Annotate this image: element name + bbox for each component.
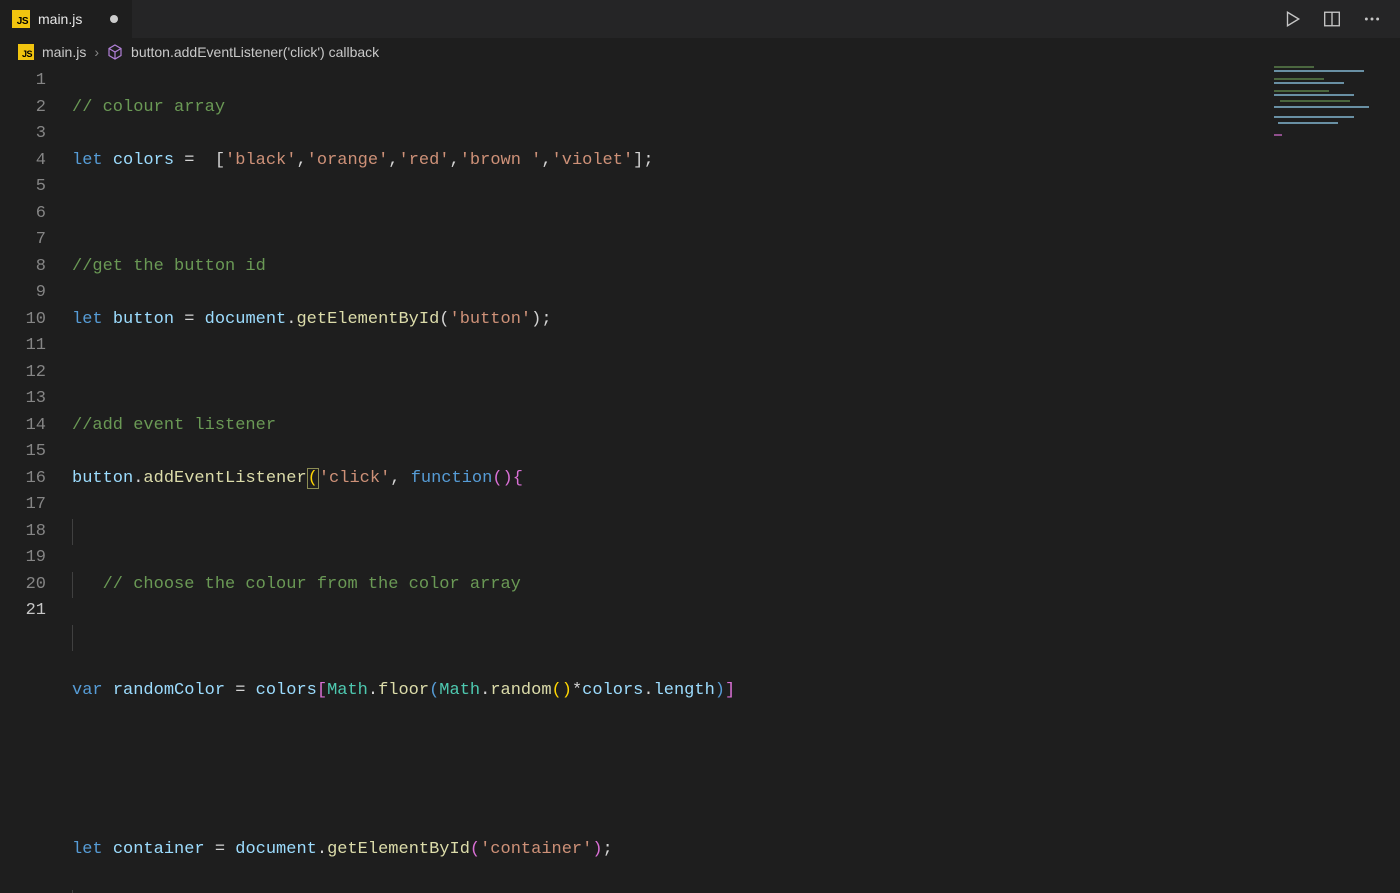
tab-main-js[interactable]: JS main.js	[0, 0, 132, 38]
editor[interactable]: 123456789101112131415161718192021 // col…	[0, 66, 1400, 893]
chevron-right-icon: ›	[94, 44, 99, 60]
code-token: //get the button id	[72, 257, 266, 276]
code-token: 'container'	[480, 840, 592, 859]
code-token: // choose the colour from the color arra…	[103, 575, 521, 594]
run-icon[interactable]	[1282, 9, 1302, 29]
code-token: 'brown '	[460, 151, 542, 170]
code-token: Math	[439, 681, 480, 700]
code-token: floor	[378, 681, 429, 700]
code-token: =	[174, 310, 205, 329]
code-token: button	[113, 310, 174, 329]
code-token: =	[225, 681, 256, 700]
code-token: (	[429, 681, 439, 700]
code-token: Math	[327, 681, 368, 700]
code-token: var	[72, 681, 103, 700]
code-token: getElementById	[296, 310, 439, 329]
code-token: function	[411, 469, 493, 488]
code-token: colors	[582, 681, 643, 700]
code-token: container	[113, 840, 205, 859]
code-token: //add event listener	[72, 416, 276, 435]
code-token: randomColor	[113, 681, 225, 700]
breadcrumb-file[interactable]: main.js	[42, 44, 86, 60]
code-token: // colour array	[72, 98, 225, 117]
code-token: 'violet'	[552, 151, 634, 170]
code-token: random	[490, 681, 551, 700]
code-token: document	[205, 310, 287, 329]
code-token: .	[317, 840, 327, 859]
method-icon	[107, 44, 123, 60]
code-token: ]	[725, 681, 735, 700]
tab-filename: main.js	[38, 11, 82, 27]
code-token: colors	[256, 681, 317, 700]
code-token: .	[286, 310, 296, 329]
code-token: 'orange'	[307, 151, 389, 170]
breadcrumb-symbol[interactable]: button.addEventListener('click') callbac…	[131, 44, 379, 60]
code-token: .	[643, 681, 653, 700]
split-editor-icon[interactable]	[1322, 9, 1342, 29]
code-token: 'click'	[319, 469, 390, 488]
code-token: let	[72, 310, 103, 329]
code-token: 'black'	[225, 151, 296, 170]
code-token: colors	[113, 151, 174, 170]
code-token: let	[72, 151, 103, 170]
code-token: .	[368, 681, 378, 700]
code-token: );	[531, 310, 551, 329]
tab-bar: JS main.js	[0, 0, 1400, 38]
code-token: 'button'	[450, 310, 532, 329]
code-token: .	[133, 469, 143, 488]
code-token: getElementById	[327, 840, 470, 859]
code-token: addEventListener	[143, 469, 306, 488]
code-area[interactable]: // colour array let colors = ['black','o…	[72, 66, 1400, 893]
code-token: =	[205, 840, 236, 859]
unsaved-indicator-icon	[110, 15, 118, 23]
minimap[interactable]	[1274, 66, 1394, 186]
breadcrumb[interactable]: JS main.js › button.addEventListener('cl…	[0, 38, 1400, 66]
code-token: document	[235, 840, 317, 859]
js-file-icon: JS	[12, 10, 30, 28]
code-token: length	[654, 681, 715, 700]
code-token: button	[72, 469, 133, 488]
code-token: )	[715, 681, 725, 700]
code-token: let	[72, 840, 103, 859]
tab-actions	[1264, 0, 1400, 38]
code-token: (	[439, 310, 449, 329]
more-actions-icon[interactable]	[1362, 9, 1382, 29]
code-token: (	[307, 468, 319, 489]
line-number-gutter: 123456789101112131415161718192021	[0, 66, 72, 893]
code-token: [	[317, 681, 327, 700]
code-token: = [	[174, 151, 225, 170]
code-token: .	[480, 681, 490, 700]
code-token: 'red'	[399, 151, 450, 170]
code-token: ,	[390, 469, 410, 488]
js-file-icon: JS	[18, 44, 34, 60]
code-token: ];	[633, 151, 653, 170]
